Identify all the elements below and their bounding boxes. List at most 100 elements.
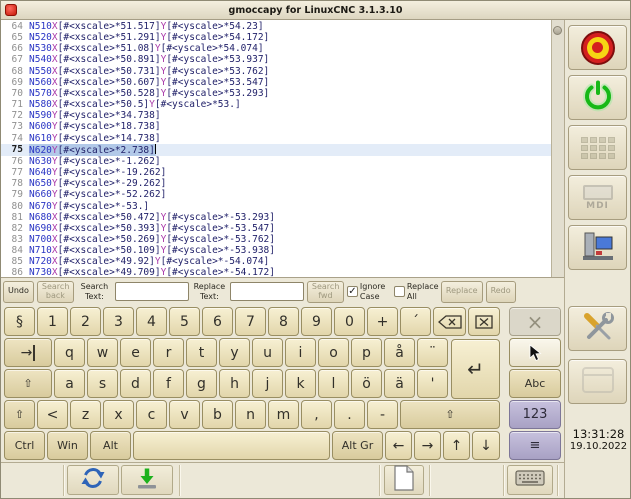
key-arrow-right[interactable]: → bbox=[414, 431, 441, 460]
code-line[interactable]: 71N580X[#<xscale>*50.5]Y[#<yscale>*53.] bbox=[1, 99, 551, 110]
key-§[interactable]: § bbox=[4, 307, 35, 336]
code-line[interactable]: 68N550X[#<xscale>*50.731]Y[#<yscale>*53.… bbox=[1, 66, 551, 77]
key-ö[interactable]: ö bbox=[351, 369, 382, 398]
key-7[interactable]: 7 bbox=[235, 307, 266, 336]
key-menu[interactable]: ≡ bbox=[509, 431, 561, 460]
save-button[interactable] bbox=[121, 465, 173, 495]
key-e[interactable]: e bbox=[120, 338, 151, 367]
ignore-case-checkbox[interactable]: ✓ bbox=[347, 286, 358, 297]
code-line[interactable]: 86N730X[#<xscale>*49.709]Y[#<yscale>*-54… bbox=[1, 267, 551, 278]
key-ctrl[interactable]: Ctrl bbox=[4, 431, 45, 460]
key-ä[interactable]: ä bbox=[384, 369, 415, 398]
code-line[interactable]: 66N530X[#<xscale>*51.08]Y[#<yscale>*54.0… bbox=[1, 43, 551, 54]
key-6[interactable]: 6 bbox=[202, 307, 233, 336]
key-c[interactable]: c bbox=[136, 400, 167, 429]
code-line[interactable]: 74N610Y[#<yscale>*14.738] bbox=[1, 133, 551, 144]
key-close[interactable]: × bbox=[509, 307, 561, 336]
code-line[interactable]: 73N600Y[#<yscale>*18.738] bbox=[1, 121, 551, 132]
code-line[interactable]: 84N710X[#<xscale>*50.109]Y[#<yscale>*-53… bbox=[1, 245, 551, 256]
key-alt[interactable]: Alt bbox=[90, 431, 131, 460]
code-line[interactable]: 79N660Y[#<yscale>*-52.262] bbox=[1, 189, 551, 200]
key-g[interactable]: g bbox=[186, 369, 217, 398]
key-shift-left[interactable]: ⇧ bbox=[4, 400, 35, 429]
key-y[interactable]: y bbox=[219, 338, 250, 367]
key-¨[interactable]: ¨ bbox=[417, 338, 448, 367]
power-button[interactable] bbox=[568, 75, 627, 120]
estop-button[interactable] bbox=[568, 25, 627, 70]
code-line[interactable]: 75N620Y[#<yscale>*2.738] bbox=[1, 144, 551, 156]
code-line[interactable]: 85N720X[#<xscale>*49.92]Y[#<yscale>*-54.… bbox=[1, 256, 551, 267]
key-win[interactable]: Win bbox=[47, 431, 88, 460]
search-back-button[interactable]: Search back bbox=[37, 281, 74, 303]
search-text-input[interactable] bbox=[115, 282, 189, 301]
key-v[interactable]: v bbox=[169, 400, 200, 429]
key-,[interactable]: , bbox=[301, 400, 332, 429]
key-i[interactable]: i bbox=[285, 338, 316, 367]
key-altgr[interactable]: Alt Gr bbox=[332, 431, 383, 460]
code-line[interactable]: 70N570X[#<xscale>*50.528]Y[#<yscale>*53.… bbox=[1, 88, 551, 99]
key-'[interactable]: ' bbox=[417, 369, 448, 398]
key-t[interactable]: t bbox=[186, 338, 217, 367]
key-+[interactable]: + bbox=[367, 307, 398, 336]
code-line[interactable]: 81N680X[#<xscale>*50.472]Y[#<yscale>*-53… bbox=[1, 212, 551, 223]
key-space[interactable] bbox=[133, 431, 330, 460]
key-shift-right[interactable]: ⇧ bbox=[400, 400, 500, 429]
key-d[interactable]: d bbox=[120, 369, 151, 398]
search-fwd-button[interactable]: Search fwd bbox=[307, 281, 344, 303]
key-abc[interactable]: Abc bbox=[509, 369, 561, 398]
keypad-button[interactable] bbox=[568, 125, 627, 170]
redo-button[interactable]: Redo bbox=[486, 281, 516, 303]
key-l[interactable]: l bbox=[318, 369, 349, 398]
key-9[interactable]: 9 bbox=[301, 307, 332, 336]
key-x[interactable]: x bbox=[103, 400, 134, 429]
code-line[interactable]: 80N670Y[#<yscale>*-53.] bbox=[1, 201, 551, 212]
key-j[interactable]: j bbox=[252, 369, 283, 398]
key-o[interactable]: o bbox=[318, 338, 349, 367]
key-z[interactable]: z bbox=[70, 400, 101, 429]
key-q[interactable]: q bbox=[54, 338, 85, 367]
title-bar[interactable]: gmoccapy for LinuxCNC 3.1.3.10 bbox=[1, 1, 630, 20]
key-caps-shift[interactable]: ⇧ bbox=[4, 369, 52, 398]
code-line[interactable]: 72N590Y[#<yscale>*34.738] bbox=[1, 110, 551, 121]
key-h[interactable]: h bbox=[219, 369, 250, 398]
code-line[interactable]: 65N520X[#<xscale>*51.291]Y[#<yscale>*54.… bbox=[1, 32, 551, 43]
code-line[interactable]: 69N560X[#<xscale>*50.607]Y[#<yscale>*53.… bbox=[1, 77, 551, 88]
key-arrow-up[interactable]: ↑ bbox=[443, 431, 470, 460]
replace-button[interactable]: Replace bbox=[441, 281, 483, 303]
code-line[interactable]: 77N640Y[#<yscale>*-19.262] bbox=[1, 167, 551, 178]
key-pointer[interactable] bbox=[509, 338, 561, 367]
user-tabs-button[interactable] bbox=[568, 359, 627, 404]
key-u[interactable]: u bbox=[252, 338, 283, 367]
key-w[interactable]: w bbox=[87, 338, 118, 367]
key-2[interactable]: 2 bbox=[70, 307, 101, 336]
key-´[interactable]: ´ bbox=[400, 307, 431, 336]
editor-scrollbar[interactable] bbox=[551, 20, 564, 277]
code-line[interactable]: 78N650Y[#<yscale>*-29.262] bbox=[1, 178, 551, 189]
key-4[interactable]: 4 bbox=[136, 307, 167, 336]
key-s[interactable]: s bbox=[87, 369, 118, 398]
code-line[interactable]: 82N690X[#<xscale>*50.393]Y[#<yscale>*-53… bbox=[1, 223, 551, 234]
key-r[interactable]: r bbox=[153, 338, 184, 367]
replace-text-input[interactable] bbox=[230, 282, 304, 301]
key-0[interactable]: 0 bbox=[334, 307, 365, 336]
key-123[interactable]: 123 bbox=[509, 400, 561, 429]
tool-settings-button[interactable] bbox=[568, 306, 627, 351]
key-m[interactable]: m bbox=[268, 400, 299, 429]
key-8[interactable]: 8 bbox=[268, 307, 299, 336]
new-file-button[interactable] bbox=[384, 465, 424, 495]
key-clear[interactable] bbox=[468, 307, 500, 336]
key-å[interactable]: å bbox=[384, 338, 415, 367]
code-line[interactable]: 67N540X[#<xscale>*50.891]Y[#<yscale>*53.… bbox=[1, 54, 551, 65]
gcode-editor[interactable]: 64N510X[#<xscale>*51.517]Y[#<yscale>*54.… bbox=[1, 20, 564, 278]
keyboard-toggle-button[interactable] bbox=[507, 465, 553, 495]
key-5[interactable]: 5 bbox=[169, 307, 200, 336]
key-b[interactable]: b bbox=[202, 400, 233, 429]
key-.[interactable]: . bbox=[334, 400, 365, 429]
code-line[interactable]: 64N510X[#<xscale>*51.517]Y[#<yscale>*54.… bbox=[1, 21, 551, 32]
key-a[interactable]: a bbox=[54, 369, 85, 398]
key-arrow-down[interactable]: ↓ bbox=[472, 431, 500, 460]
key--[interactable]: - bbox=[367, 400, 398, 429]
key-f[interactable]: f bbox=[153, 369, 184, 398]
key-arrow-left[interactable]: ← bbox=[385, 431, 412, 460]
key-k[interactable]: k bbox=[285, 369, 316, 398]
